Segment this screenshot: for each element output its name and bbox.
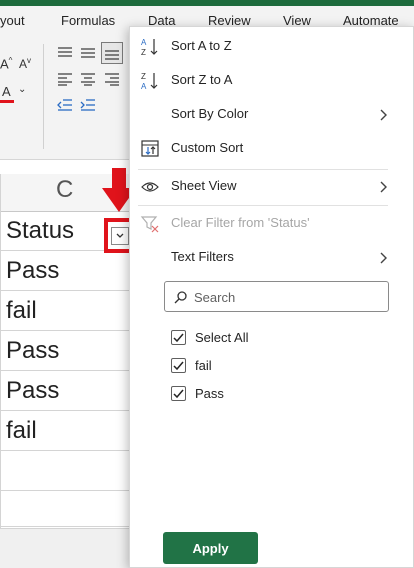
increase-font-button[interactable]: A^ (0, 56, 12, 71)
eye-icon (141, 182, 159, 192)
chevron-right-icon (380, 252, 387, 264)
cell-c4[interactable]: Pass (0, 331, 130, 371)
filter-menu: A Z Sort A to Z Z A Sort Z to A Sort By … (129, 26, 414, 568)
menu-item-sort-z-to-a[interactable]: Z A Sort Z to A (130, 67, 413, 95)
font-color-button[interactable]: A (2, 84, 11, 99)
cell-c2[interactable]: Pass (0, 251, 130, 291)
chevron-right-icon (380, 181, 387, 193)
ribbon-separator (43, 44, 44, 149)
sort-ascending-icon: A Z (141, 38, 158, 57)
tab-formulas[interactable]: Formulas (61, 13, 115, 28)
cell-c6[interactable]: fail (0, 411, 130, 451)
align-bottom-icon (105, 50, 119, 60)
checkmark-icon (173, 389, 184, 399)
font-color-bar (0, 100, 14, 103)
align-center-icon[interactable] (80, 72, 96, 86)
svg-text:A: A (141, 38, 147, 47)
search-icon (174, 291, 187, 304)
checklist-item-fail[interactable]: fail (171, 356, 391, 376)
search-box[interactable] (164, 281, 389, 312)
menu-item-sheet-view[interactable]: Sheet View (130, 173, 413, 201)
menu-item-text-filters[interactable]: Text Filters (130, 244, 413, 272)
custom-sort-icon (141, 140, 159, 157)
column-letter: C (56, 176, 74, 203)
menu-separator (138, 205, 388, 206)
menu-item-custom-sort[interactable]: Custom Sort (130, 135, 413, 163)
sort-descending-icon: Z A (141, 72, 158, 91)
align-middle-icon[interactable] (80, 46, 96, 60)
menu-item-sort-by-color[interactable]: Sort By Color (130, 101, 413, 129)
search-input[interactable] (194, 288, 379, 306)
svg-text:Z: Z (141, 72, 146, 81)
checkbox[interactable] (171, 358, 186, 373)
menu-separator (138, 169, 388, 170)
cell-c7[interactable] (0, 451, 130, 491)
align-left-icon[interactable] (57, 72, 73, 86)
svg-text:A: A (141, 82, 147, 91)
menu-item-sort-a-to-z[interactable]: A Z Sort A to Z (130, 33, 413, 61)
tab-layout[interactable]: yout (0, 13, 25, 28)
chevron-down-icon[interactable]: ⌄ (18, 84, 26, 95)
apply-button[interactable]: Apply (163, 532, 258, 564)
checkbox[interactable] (171, 386, 186, 401)
decrease-font-button[interactable]: Av (19, 56, 31, 71)
clear-filter-icon (140, 216, 159, 233)
chevron-right-icon (380, 109, 387, 121)
decrease-indent-icon[interactable] (57, 98, 73, 112)
checkmark-icon (173, 361, 184, 371)
align-top-icon[interactable] (57, 46, 73, 60)
checklist-item-pass[interactable]: Pass (171, 384, 391, 404)
cell-c8[interactable] (0, 491, 130, 527)
checklist-item-select-all[interactable]: Select All (171, 328, 391, 348)
align-right-icon[interactable] (104, 72, 120, 86)
checkmark-icon (173, 333, 184, 343)
align-bottom-button[interactable] (101, 42, 123, 64)
checkbox[interactable] (171, 330, 186, 345)
menu-item-clear-filter: Clear Filter from 'Status' (130, 210, 413, 238)
cell-c5[interactable]: Pass (0, 371, 130, 411)
svg-text:Z: Z (141, 48, 146, 57)
cell-c3[interactable]: fail (0, 291, 130, 331)
increase-indent-icon[interactable] (80, 98, 96, 112)
